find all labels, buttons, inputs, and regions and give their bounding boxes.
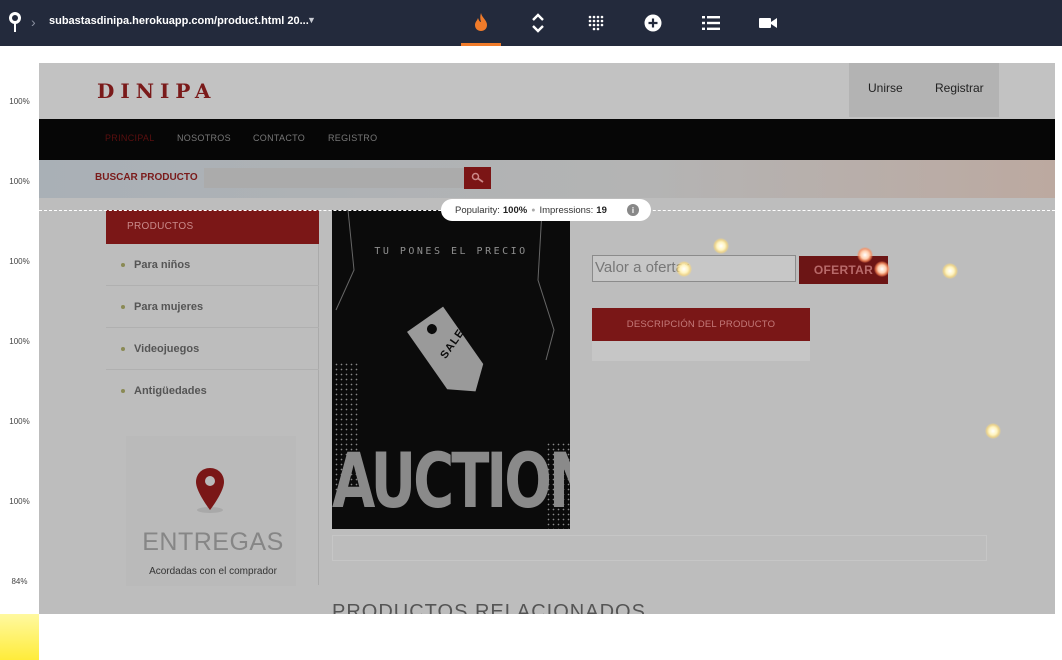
click-map-tool[interactable]: [576, 0, 616, 46]
popularity-value: 100%: [502, 204, 528, 216]
dots-grid-icon: [588, 15, 604, 31]
click-dot: [713, 238, 729, 254]
list-tool[interactable]: [691, 0, 731, 46]
nav-register[interactable]: REGISTRO: [328, 133, 377, 143]
click-dot: [874, 261, 890, 277]
search-button[interactable]: [464, 167, 491, 189]
popularity-tooltip: Popularity: 100% ● Impressions: 19 i: [441, 199, 651, 221]
category-item-kids[interactable]: Para niños: [106, 244, 319, 286]
related-products-title: PRODUCTOS RELACIONADOS: [332, 601, 646, 614]
scroll-depth-highlight: [0, 614, 39, 660]
website-preview: DINIPA Unirse Registrar PRINCIPAL NOSOTR…: [39, 63, 1055, 614]
depth-label: 100%: [9, 337, 30, 346]
delivery-subtitle: Acordadas con el comprador: [149, 566, 277, 577]
map-pin-icon: [196, 468, 224, 513]
page-url-selector[interactable]: subastasdinipa.herokuapp.com/product.htm…: [49, 15, 309, 27]
poster-headline: AUCTION: [332, 438, 570, 526]
category-item-videogames[interactable]: Videojuegos: [106, 328, 319, 370]
product-image: SALE TU PONES EL PRECIO AUCTION: [332, 210, 570, 529]
join-link[interactable]: Unirse: [868, 81, 903, 95]
nav-home[interactable]: PRINCIPAL: [105, 133, 155, 143]
product-description-button[interactable]: DESCRIPCIÓN DEL PRODUCTO: [592, 308, 810, 341]
top-toolbar: › subastasdinipa.herokuapp.com/product.h…: [0, 0, 1062, 46]
category-sidebar: PRODUCTOS Para niños Para mujeres Videoj…: [106, 210, 319, 586]
popularity-label: Popularity:: [455, 204, 500, 216]
nav-about[interactable]: NOSOTROS: [177, 133, 231, 143]
impressions-label: Impressions:: [539, 204, 594, 216]
click-dot: [985, 423, 1001, 439]
delivery-card: ENTREGAS Acordadas con el comprador: [126, 436, 296, 586]
chevron-down-icon[interactable]: ▼: [307, 15, 316, 25]
delivery-title: ENTREGAS: [142, 528, 284, 556]
search-bar: BUSCAR PRODUCTO: [39, 160, 1055, 198]
recordings-tool[interactable]: [748, 0, 788, 46]
content-divider: [332, 535, 987, 561]
category-item-antiques[interactable]: Antigüedades: [106, 370, 319, 412]
depth-label: 100%: [9, 97, 30, 106]
click-dot: [942, 263, 958, 279]
depth-label: 100%: [9, 177, 30, 186]
search-label: BUSCAR PRODUCTO: [95, 172, 198, 183]
click-dot: [857, 247, 873, 263]
nav-contact[interactable]: CONTACTO: [253, 133, 305, 143]
depth-label: 100%: [9, 417, 30, 426]
depth-label: 84%: [11, 577, 28, 586]
click-dot: [676, 261, 692, 277]
site-nav: PRINCIPAL NOSOTROS CONTACTO REGISTRO: [39, 119, 1055, 160]
app-logo-icon[interactable]: [8, 11, 22, 33]
video-icon: [759, 18, 777, 28]
site-header: DINIPA Unirse Registrar: [39, 63, 1055, 119]
add-tool[interactable]: [633, 0, 673, 46]
info-icon[interactable]: i: [627, 204, 639, 216]
register-link[interactable]: Registrar: [935, 81, 984, 95]
heatmap-tool[interactable]: [461, 0, 501, 46]
flame-icon: [475, 12, 487, 31]
separator-dot: ●: [531, 206, 536, 214]
plus-circle-icon: [644, 14, 662, 32]
scroll-depth-icon: [532, 13, 544, 33]
scroll-depth-tool[interactable]: [518, 0, 558, 46]
product-description-panel: [592, 341, 810, 361]
categories-title: PRODUCTOS: [106, 210, 319, 244]
account-links: Unirse Registrar: [849, 63, 999, 117]
depth-label: 100%: [9, 497, 30, 506]
impressions-value: 19: [596, 204, 607, 216]
poster-tagline: TU PONES EL PRECIO: [374, 246, 528, 257]
breadcrumb-separator: ›: [31, 14, 36, 30]
scroll-depth-gutter: 100% 100% 100% 100% 100% 100% 84%: [0, 46, 39, 660]
bid-input[interactable]: Valor a ofertar: [592, 255, 796, 282]
depth-label: 100%: [9, 257, 30, 266]
search-icon: [471, 172, 484, 183]
list-icon: [702, 16, 720, 30]
category-item-women[interactable]: Para mujeres: [106, 286, 319, 328]
search-input[interactable]: [204, 168, 464, 188]
site-logo[interactable]: DINIPA: [97, 79, 216, 103]
